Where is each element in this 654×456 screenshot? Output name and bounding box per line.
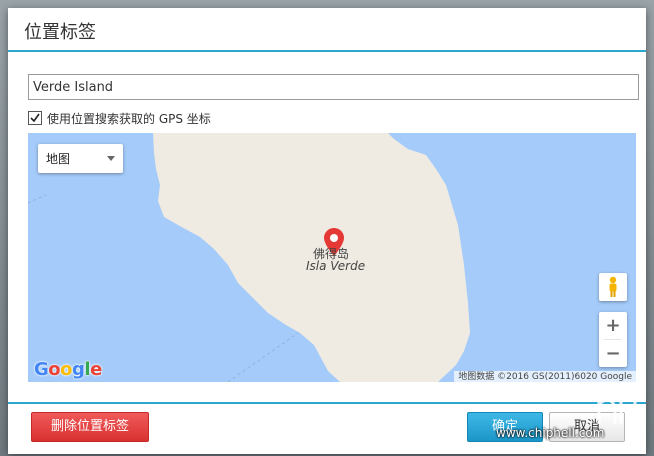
- delete-location-tag-button[interactable]: 删除位置标签: [31, 412, 149, 442]
- zoom-in-button[interactable]: +: [599, 312, 627, 339]
- zoom-control: + −: [599, 312, 627, 367]
- google-logo-g: G: [34, 359, 49, 380]
- pegman-figure: [609, 276, 617, 297]
- place-name-en: Isla Verde: [306, 259, 366, 273]
- checkmark-icon: [30, 113, 40, 123]
- title-divider: [8, 50, 646, 52]
- pegman-icon[interactable]: [599, 273, 627, 301]
- zoom-out-button[interactable]: −: [599, 340, 627, 367]
- footer-divider: [8, 402, 646, 404]
- watermark-logo: [597, 384, 640, 426]
- google-logo-g2: g: [72, 359, 85, 380]
- map-view[interactable]: 地图 佛得岛 Isla Verde + − Google 地图数据 ©2016 …: [28, 133, 636, 382]
- location-search-input[interactable]: [28, 74, 639, 100]
- google-logo-o2: o: [60, 359, 73, 380]
- map-type-dropdown[interactable]: 地图: [38, 144, 123, 173]
- watermark-text: www.chiphell.com: [496, 426, 605, 440]
- google-logo-e: e: [90, 359, 102, 380]
- map-type-label: 地图: [46, 152, 71, 166]
- dialog-title: 位置标签: [24, 22, 96, 43]
- gps-option-row[interactable]: 使用位置搜索获取的 GPS 坐标: [28, 109, 211, 127]
- gps-option-label: 使用位置搜索获取的 GPS 坐标: [47, 111, 211, 126]
- google-logo[interactable]: Google: [34, 359, 102, 380]
- gps-checkbox[interactable]: [28, 111, 42, 125]
- chevron-down-icon: [107, 156, 115, 161]
- location-tag-dialog: 位置标签 使用位置搜索获取的 GPS 坐标 地图 佛得岛 Isl: [8, 8, 646, 454]
- google-logo-o1: o: [48, 359, 61, 380]
